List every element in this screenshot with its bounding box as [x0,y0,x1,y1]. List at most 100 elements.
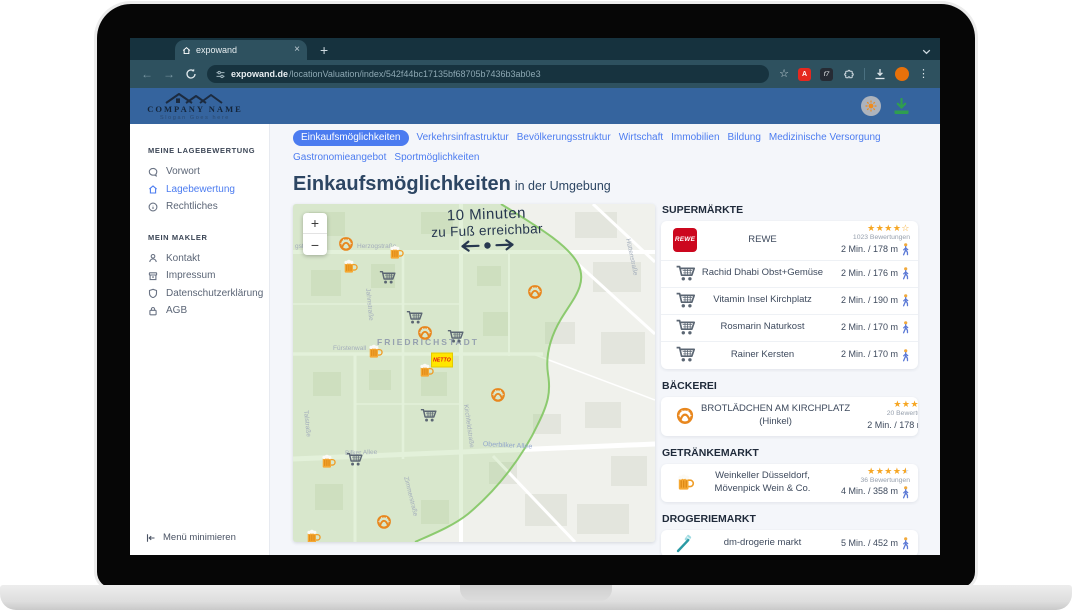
browser-toolbar: ← → expowand.de /locationValuation/index… [130,60,940,88]
nav-tab-verkehrsinfrastruktur[interactable]: Verkehrsinfrastruktur [417,130,509,146]
place-name: Vitamin Insel Kirchplatz [701,294,824,307]
zoom-in-button[interactable]: + [303,213,327,234]
place-row-rosmarin-naturkost: Rosmarin Naturkost 2 Min. / 170 m [661,315,918,342]
review-count: 1023 Bewertungen [824,234,910,242]
pdf-extension-icon[interactable]: A [798,68,811,81]
home-favicon-icon [182,46,191,55]
nav-tab-gastronomieangebot[interactable]: Gastronomieangebot [293,150,386,166]
browser-tab[interactable]: expowand × [175,40,307,60]
place-meta: 2 Min. / 176 m [824,267,910,281]
walk-time-annotation: 10 Minuten zu Fuß erreichbar [410,204,564,260]
browser-tabstrip: expowand × + [130,38,940,60]
sidebar-item-label: AGB [166,305,187,316]
download-report-icon[interactable] [892,98,911,115]
url-domain: expowand.de [231,69,288,79]
sidebar-item-label: Lagebewertung [166,184,235,195]
walking-person-icon [901,267,910,280]
rating-stars: ★★★★★★ [824,467,910,477]
map-marker-cart[interactable] [447,329,464,346]
sidebar-item-lagebewertung[interactable]: Lagebewertung [148,181,269,199]
panel-section-title: DROGERIEMARKT [662,513,918,525]
map-marker-beer[interactable] [342,259,359,276]
main-content: Einkaufsmöglichkeiten Verkehrsinfrastrukt… [270,124,940,555]
sidebar-item-datenschutzerkl-rung[interactable]: Datenschutzerklärung [148,285,269,303]
panel-card: Weinkeller Düsseldorf,Mövenpick Wein & C… [661,464,918,503]
place-name: Weinkeller Düsseldorf,Mövenpick Wein & C… [701,470,824,496]
map-marker-beer[interactable] [305,529,322,543]
map-marker-cart[interactable] [346,452,363,469]
rooftop-logo-icon [156,91,234,104]
panel-card: REWEREWE★★★★☆1023 Bewertungen2 Min. / 17… [661,221,918,369]
theme-toggle-icon[interactable] [861,96,881,116]
bookmark-star-icon[interactable]: ☆ [779,69,789,80]
map-marker-pretzel[interactable] [417,325,434,342]
expowand-app: COMPANY NAME Slogan Goes here MEINE LAGE… [130,88,940,555]
panel-section-title: BÄCKEREI [662,380,918,392]
sidebar-item-impressum[interactable]: Impressum [148,267,269,285]
rating-stars: ★★★★★★ [850,400,918,410]
back-button-icon[interactable]: ← [141,68,153,80]
reload-button-icon[interactable] [185,68,197,80]
map[interactable]: gstraßeHerzogstraßeFürstenwallFRIEDRICHS… [293,204,655,542]
panel-card: BROTLÄDCHEN AM KIRCHPLATZ(Hinkel)★★★★★★2… [661,397,918,436]
map-marker-beer[interactable] [418,363,435,380]
rewe-logo: REWE [673,228,697,252]
page-title-main: Einkaufsmöglichkeiten [293,173,511,195]
cart-icon [669,345,701,365]
place-meta: 2 Min. / 170 m [824,348,910,362]
rewe-icon: REWE [669,228,701,252]
sidebar-section-title: MEIN MAKLER [148,233,269,242]
site-settings-icon[interactable] [216,70,225,79]
collapse-menu-button[interactable]: Menü minimieren [146,532,236,543]
app-header: COMPANY NAME Slogan Goes here [130,88,940,124]
sidebar: MEINE LAGEBEWERTUNG Vorwort Lagebewertung R… [130,124,270,555]
nav-tab-immobilien[interactable]: Immobilien [671,130,719,146]
place-meta: 2 Min. / 170 m [824,321,910,335]
map-marker-cart[interactable] [379,270,396,287]
tab-list-chevron-icon[interactable] [922,43,931,61]
downloads-icon[interactable] [874,68,886,80]
rating-stars: ★★★★☆ [824,224,910,234]
map-marker-pretzel[interactable] [490,387,507,404]
sidebar-section-title: MEINE LAGEBEWERTUNG [148,146,269,155]
nav-tab-einkaufsm-glichkeiten[interactable]: Einkaufsmöglichkeiten [293,130,409,146]
place-row-brotl-dchen-am-kirchplatz: BROTLÄDCHEN AM KIRCHPLATZ(Hinkel)★★★★★★2… [661,397,918,436]
new-tab-button[interactable]: + [320,40,328,60]
nav-tab-bildung[interactable]: Bildung [728,130,761,146]
zoom-out-button[interactable]: − [303,234,327,255]
profile-avatar[interactable] [895,67,909,81]
extensions-puzzle-icon[interactable] [842,68,855,81]
url-bar[interactable]: expowand.de /locationValuation/index/542… [207,65,769,83]
tab-close-icon[interactable]: × [294,45,300,55]
place-meta: ★★★★★★36 Bewertungen4 Min. / 358 m [824,467,910,500]
place-name: Rosmarin Naturkost [701,321,824,334]
fx-extension-icon[interactable]: f7 [820,68,833,81]
distance-label: 2 Min. / 170 m [841,321,898,335]
forward-button-icon[interactable]: → [163,68,175,80]
nav-tab-sportm-glichkeiten[interactable]: Sportmöglichkeiten [394,150,479,166]
place-meta: ★★★★★★20 Bewertungen2 Min. / 178 m [850,400,918,433]
shield-icon [148,288,158,298]
map-marker-pretzel[interactable] [527,284,544,301]
sidebar-item-rechtliches[interactable]: Rechtliches [148,198,269,216]
map-marker-cart[interactable] [420,408,437,425]
sidebar-item-kontakt[interactable]: Kontakt [148,250,269,268]
nav-tab-medizinische-versorgung[interactable]: Medizinische Versorgung [769,130,881,146]
map-marker-beer[interactable] [388,245,405,262]
sidebar-section: MEIN MAKLER KontaktImpressumDatenschutzer… [148,233,269,320]
sidebar-section: MEINE LAGEBEWERTUNG Vorwort Lagebewertung R… [148,146,269,216]
place-row-weinkeller-d-sseldorf: Weinkeller Düsseldorf,Mövenpick Wein & C… [661,464,918,503]
cart-icon [669,291,701,311]
sidebar-item-agb[interactable]: AGB [148,302,269,320]
place-meta: 2 Min. / 190 m [824,294,910,308]
map-marker-pretzel[interactable] [376,514,393,531]
map-marker-beer[interactable] [320,454,337,471]
map-marker-pretzel[interactable] [338,236,355,253]
map-marker-beer[interactable] [367,344,384,361]
nav-tab-bev-lkerungsstruktur[interactable]: Bevölkerungsstruktur [517,130,611,146]
browser-menu-icon[interactable]: ⋮ [918,69,929,80]
panel-card: dm-drogerie markt5 Min. / 452 m [661,530,918,555]
distance-label: 2 Min. / 178 m [867,419,918,433]
sidebar-item-vorwort[interactable]: Vorwort [148,163,269,181]
nav-tab-wirtschaft[interactable]: Wirtschaft [619,130,663,146]
